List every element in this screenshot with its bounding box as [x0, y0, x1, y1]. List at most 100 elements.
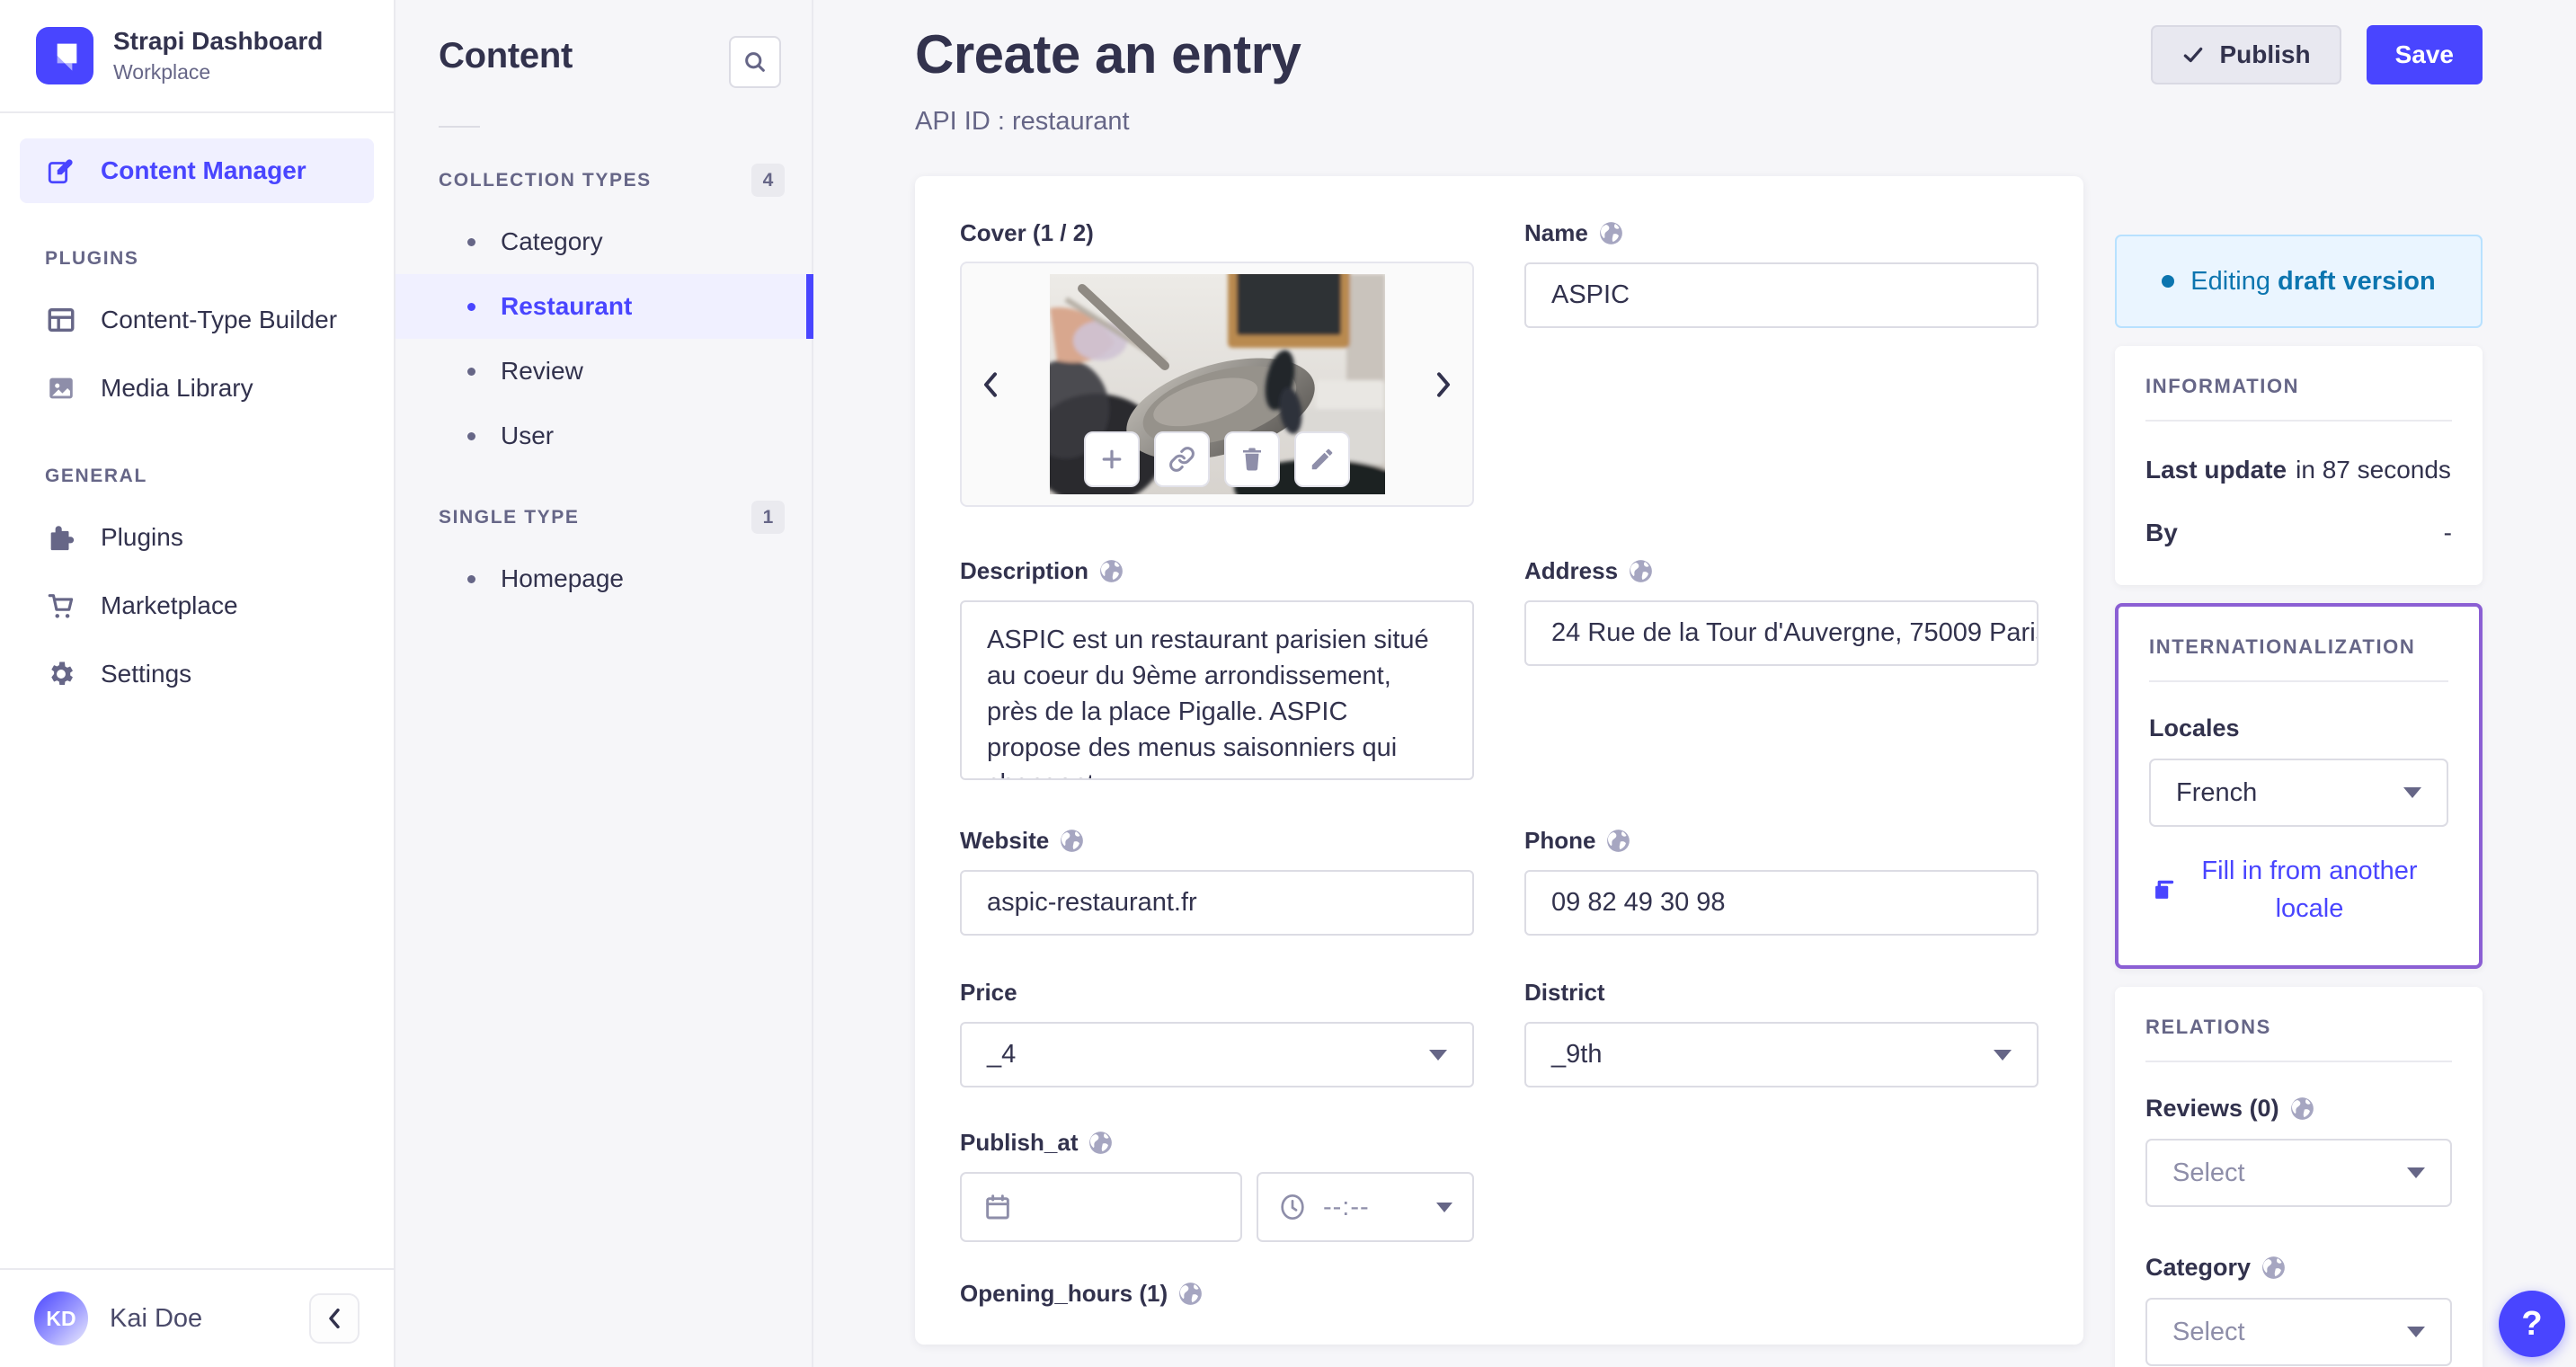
sidebar-item-marketplace[interactable]: Marketplace [20, 573, 374, 638]
copy-link-button[interactable] [1154, 431, 1210, 487]
chevron-down-icon [2407, 1327, 2425, 1338]
district-label: District [1524, 979, 1605, 1006]
globe-icon [1061, 830, 1084, 852]
chevron-down-icon [1994, 1049, 2012, 1061]
count-badge: 4 [751, 164, 785, 197]
information-title: INFORMATION [2145, 375, 2300, 397]
field-phone: Phone 09 82 49 30 98 [1524, 827, 2039, 936]
subnav-item-user[interactable]: User [395, 404, 812, 468]
sidebar-item-plugins[interactable]: Plugins [20, 505, 374, 570]
field-district: District _9th [1524, 979, 2039, 1087]
price-select[interactable]: _4 [960, 1022, 1474, 1087]
relations-title: RELATIONS [2145, 1016, 2271, 1039]
chevron-right-icon [1437, 371, 1450, 397]
form-row-5: Publish_at --:-- [960, 1129, 2039, 1242]
brand: Strapi Dashboard Workplace [0, 0, 394, 113]
sidebar-item-media-library[interactable]: Media Library [20, 356, 374, 421]
search-button[interactable] [729, 36, 781, 88]
publish-at-controls: --:-- [960, 1172, 1474, 1242]
collapse-sidebar-button[interactable] [309, 1293, 360, 1344]
globe-icon [2290, 1097, 2314, 1120]
subnav-item-label: Homepage [501, 564, 624, 592]
workspace-name: Workplace [113, 60, 211, 84]
field-cover: Cover (1 / 2) [960, 219, 1474, 507]
chevron-down-icon [2403, 787, 2421, 798]
subnav-item-restaurant[interactable]: Restaurant [395, 274, 813, 339]
subnav-item-homepage[interactable]: Homepage [395, 546, 812, 611]
form-row-6: Opening_hours (1) [960, 1280, 2039, 1323]
save-button[interactable]: Save [2366, 25, 2483, 84]
sidebar-item-label: Marketplace [101, 591, 238, 619]
puzzle-icon [45, 521, 77, 554]
phone-label: Phone [1524, 827, 2039, 855]
chevron-left-icon [329, 1308, 340, 1329]
sidebar-item-content-type-builder[interactable]: Content-Type Builder [20, 288, 374, 352]
bullet-icon [467, 302, 475, 311]
name-input[interactable]: ASPIC [1524, 262, 2039, 328]
page-header-text: Create an entry API ID : restaurant [915, 23, 1301, 137]
address-input[interactable]: 24 Rue de la Tour d'Auvergne, 75009 Pari… [1524, 600, 2039, 666]
cover-carousel [960, 262, 1474, 507]
subnav-item-label: Review [501, 357, 583, 385]
description-label: Description [960, 557, 1474, 585]
edit-asset-button[interactable] [1294, 431, 1350, 487]
form-row-3: Website aspic-restaurant.fr Phone 09 82 … [960, 827, 2039, 936]
sidebar-item-label: Content Manager [101, 156, 306, 184]
fill-from-locale-link[interactable]: Fill in from another locale [2149, 852, 2448, 928]
pencil-icon [1311, 448, 1333, 470]
user-name: Kai Doe [110, 1303, 203, 1333]
category-select[interactable]: Select [2145, 1298, 2452, 1367]
add-asset-button[interactable] [1084, 431, 1140, 487]
app-title: Strapi Dashboard [113, 27, 324, 55]
delete-asset-button[interactable] [1224, 431, 1280, 487]
page-title: Create an entry [915, 24, 1301, 84]
help-button[interactable]: ? [2499, 1291, 2565, 1357]
subnav-item-label: User [501, 422, 555, 449]
sidebar-footer: KD Kai Doe [0, 1268, 394, 1367]
sidebar-item-content-manager[interactable]: Content Manager [20, 138, 374, 203]
entry-form-card: Cover (1 / 2) Name ASPIC Description ASP… [915, 176, 2083, 1345]
check-icon [2184, 47, 2203, 63]
sidebar-item-label: Settings [101, 660, 192, 688]
locale-select[interactable]: French [2149, 759, 2448, 827]
time-input[interactable]: --:-- [1256, 1172, 1474, 1242]
subnav-item-category[interactable]: Category [395, 209, 812, 274]
carousel-prev-button[interactable] [971, 365, 1010, 404]
field-website: Website aspic-restaurant.fr [960, 827, 1474, 936]
main-sidebar: Strapi Dashboard Workplace Content Manag… [0, 0, 395, 1367]
carousel-next-button[interactable] [1424, 365, 1463, 404]
website-input[interactable]: aspic-restaurant.fr [960, 870, 1474, 936]
link-icon [1169, 447, 1195, 472]
internationalization-title: INTERNATIONALIZATION [2149, 635, 2416, 658]
globe-icon [1607, 830, 1630, 852]
cover-image [1049, 274, 1385, 494]
avatar: KD [34, 1292, 88, 1345]
sidebar-item-settings[interactable]: Settings [20, 642, 374, 706]
last-update-row: Last update in 87 seconds [2145, 456, 2451, 484]
sidebar-item-label: Content-Type Builder [101, 306, 338, 333]
reviews-label: Reviews (0) [2145, 1095, 2452, 1123]
content-subnav: Content COLLECTION TYPES 4 Category Rest… [395, 0, 813, 1367]
globe-icon [1089, 1132, 1113, 1154]
globe-icon [1100, 560, 1123, 582]
field-address: Address 24 Rue de la Tour d'Auvergne, 75… [1524, 557, 2039, 666]
internationalization-card: INTERNATIONALIZATION Locales French Fill… [2115, 603, 2483, 970]
sidebar-section-general: GENERAL [45, 466, 147, 486]
chevron-down-icon [1436, 1202, 1452, 1212]
description-textarea[interactable]: ASPIC est un restaurant parisien situé a… [960, 600, 1474, 780]
divider [2145, 420, 2452, 422]
date-input[interactable] [960, 1172, 1242, 1242]
district-select[interactable]: _9th [1524, 1022, 2039, 1087]
publish-button[interactable]: Publish [2151, 25, 2341, 84]
subnav-item-review[interactable]: Review [395, 339, 812, 404]
name-label: Name [1524, 219, 2039, 247]
phone-input[interactable]: 09 82 49 30 98 [1524, 870, 2039, 936]
reviews-select[interactable]: Select [2145, 1139, 2452, 1208]
trash-icon [1243, 448, 1261, 471]
divider [2145, 1061, 2452, 1063]
bullet-icon [467, 237, 475, 246]
website-label: Website [960, 827, 1474, 855]
layout-icon [45, 304, 77, 336]
group-label: SINGLE TYPE [439, 506, 580, 528]
cover-image-actions [1084, 431, 1350, 487]
